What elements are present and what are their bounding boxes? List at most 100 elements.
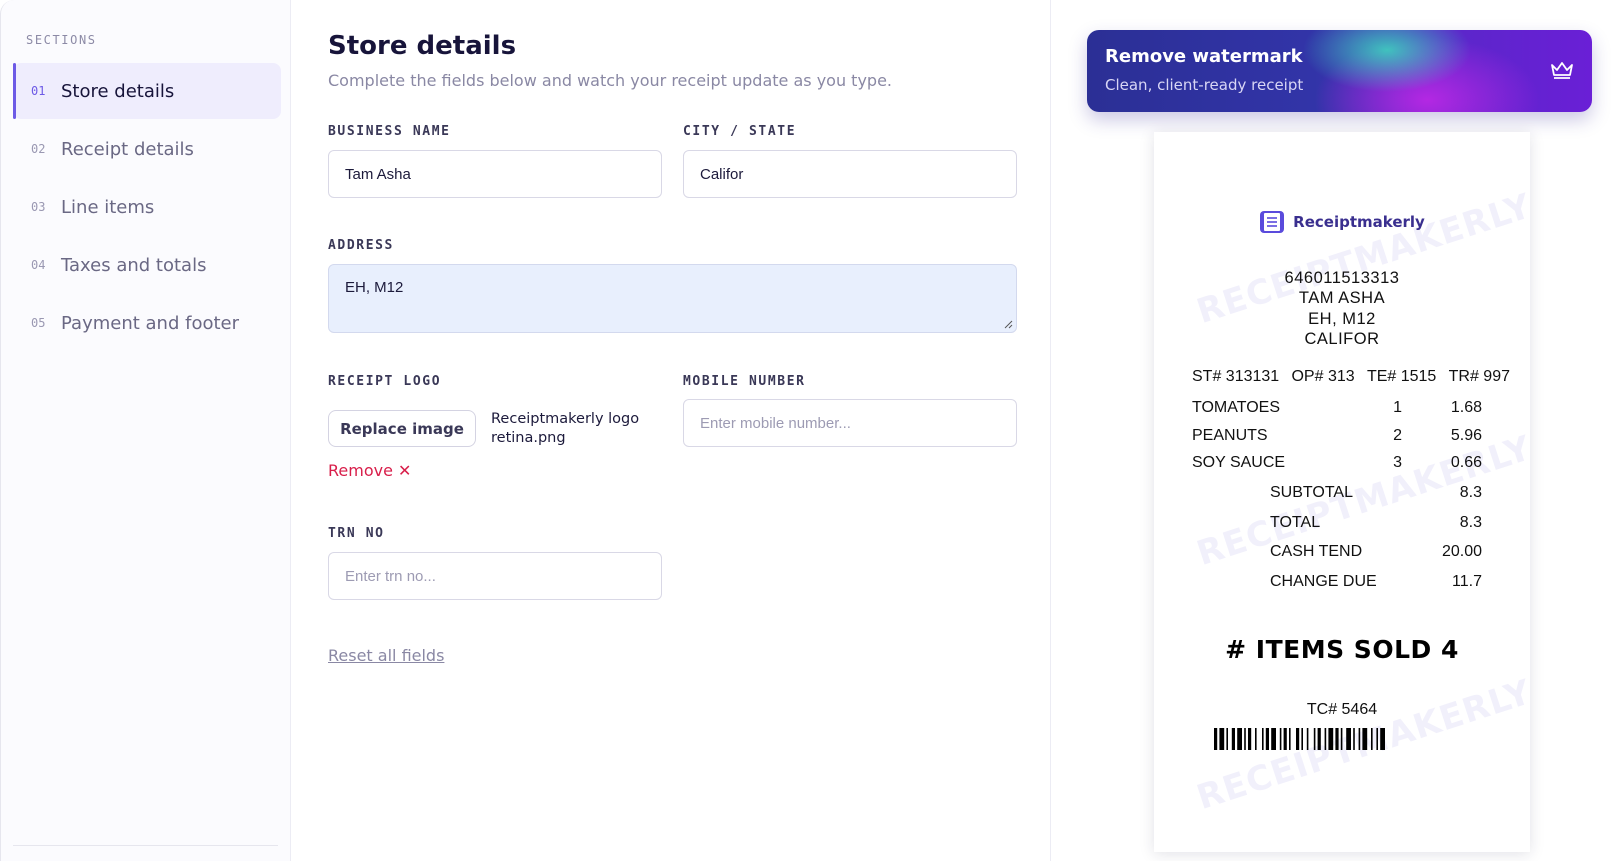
item-name: SOY SAUCE — [1192, 454, 1286, 471]
replace-image-button[interactable]: Replace image — [328, 410, 476, 447]
sidebar: SECTIONS 01 Store details 02 Receipt det… — [0, 0, 291, 861]
barcode-bar — [1335, 728, 1339, 750]
receipt-store-id: ST# 313131 — [1192, 368, 1280, 385]
item-qty: 1 — [1393, 399, 1402, 416]
sidebar-item-number: 04 — [31, 258, 46, 272]
business-name-label: BUSINESS NAME — [328, 124, 451, 139]
barcode-bar — [1306, 728, 1309, 750]
item-price: 5.96 — [1450, 427, 1482, 444]
city-state-input[interactable]: Califor — [683, 150, 1017, 198]
receipt-ids: ST# 313131 OP# 313 TE# 1515 TR# 997 — [1192, 368, 1510, 386]
page-subtitle: Complete the fields below and watch your… — [328, 71, 892, 90]
address-value: EH, M12 — [345, 279, 404, 296]
barcode-bar — [1317, 728, 1321, 750]
receipt-store-name: TAM ASHA — [1298, 289, 1386, 307]
total-label: CASH TEND — [1270, 543, 1363, 560]
banner-subtitle: Clean, client-ready receipt — [1105, 76, 1304, 94]
sidebar-item-store-details[interactable]: 01 Store details — [13, 63, 281, 119]
barcode-bar — [1376, 728, 1378, 750]
crown-icon — [1551, 62, 1573, 79]
sidebar-item-label: Receipt details — [61, 138, 194, 160]
sidebar-item-number: 02 — [31, 142, 46, 156]
barcode-bar — [1283, 728, 1287, 750]
barcode-bar — [1353, 728, 1355, 750]
total-label: SUBTOTAL — [1270, 484, 1353, 501]
mobile-number-label: MOBILE NUMBER — [683, 374, 806, 389]
logo-file-name-line1: Receiptmakerly logo — [491, 411, 640, 427]
address-textarea[interactable]: EH, M12 — [328, 264, 1017, 333]
sidebar-heading: SECTIONS — [26, 33, 97, 47]
sidebar-item-taxes-totals[interactable]: 04 Taxes and totals — [13, 237, 281, 293]
barcode-bar — [1313, 728, 1316, 750]
receipt-preview-panel: Remove watermark Clean, client-ready rec… — [1052, 0, 1611, 861]
barcode-bar — [1289, 728, 1291, 750]
resize-handle-icon[interactable] — [1003, 319, 1013, 329]
receipt-line-item: SOY SAUCE 3 0.66 — [1192, 454, 1482, 476]
receipt-preview: RECEIPTMAKERLY RECEIPTMAKERLY RECEIPTMAK… — [1154, 132, 1530, 852]
sidebar-divider — [13, 845, 278, 846]
item-qty: 2 — [1393, 427, 1402, 444]
receipt-terminal-id: TE# 1515 — [1366, 368, 1437, 385]
mobile-number-input[interactable]: Enter mobile number... — [683, 399, 1017, 447]
barcode-bar — [1328, 728, 1334, 750]
store-details-form: Store details Complete the fields below … — [292, 0, 1051, 861]
receipt-cash-tend: CASH TEND 20.00 — [1270, 543, 1482, 565]
remove-watermark-banner[interactable]: Remove watermark Clean, client-ready rec… — [1087, 30, 1592, 112]
total-value: 11.7 — [1452, 573, 1482, 590]
receipt-address: EH, M12 — [1308, 310, 1376, 328]
sidebar-item-number: 01 — [31, 84, 46, 98]
barcode-bar — [1346, 728, 1351, 750]
receipt-tc-number: TC# 5464 — [1306, 701, 1378, 718]
barcode-bar — [1226, 728, 1228, 750]
receipt-total: TOTAL 8.3 — [1270, 514, 1482, 536]
reset-all-fields-link[interactable]: Reset all fields — [328, 646, 444, 665]
total-value: 20.00 — [1441, 543, 1482, 560]
sidebar-item-label: Taxes and totals — [61, 254, 207, 276]
receipt-logo: Receiptmakerly — [1154, 210, 1530, 234]
receipt-subtotal: SUBTOTAL 8.3 — [1270, 484, 1482, 506]
sidebar-item-payment-footer[interactable]: 05 Payment and footer — [13, 295, 281, 351]
receipt-logo-icon — [1260, 211, 1285, 233]
barcode-bar — [1244, 728, 1246, 750]
business-name-input[interactable]: Tam Asha — [328, 150, 662, 198]
barcode-bar — [1340, 728, 1343, 750]
item-price: 0.66 — [1450, 454, 1482, 471]
banner-title: Remove watermark — [1105, 46, 1303, 67]
trn-input[interactable]: Enter trn no... — [328, 552, 662, 600]
receipt-city: CALIFOR — [1304, 330, 1380, 348]
sidebar-item-label: Store details — [61, 80, 175, 102]
section-nav: 01 Store details 02 Receipt details 03 L… — [13, 63, 281, 353]
sidebar-item-label: Payment and footer — [61, 312, 240, 334]
receipt-phone: 646011513313 — [1284, 269, 1400, 287]
receipt-items-sold: # ITEMS SOLD 4 — [1225, 635, 1459, 664]
item-qty: 3 — [1393, 454, 1402, 471]
total-label: TOTAL — [1270, 514, 1321, 531]
barcode-bar — [1237, 728, 1242, 750]
sidebar-item-number: 03 — [31, 200, 46, 214]
barcode-bar — [1324, 728, 1327, 750]
barcode-bar — [1262, 728, 1264, 750]
sidebar-item-label: Line items — [61, 196, 155, 218]
address-label: ADDRESS — [328, 238, 394, 253]
receipt-transaction-id: TR# 997 — [1448, 368, 1510, 385]
sidebar-item-line-items[interactable]: 03 Line items — [13, 179, 281, 235]
barcode-bar — [1371, 728, 1373, 750]
barcode-bar — [1248, 728, 1252, 750]
receipt-operator-id: OP# 313 — [1291, 368, 1355, 385]
receipt-logo-label: RECEIPT LOGO — [328, 374, 442, 389]
remove-logo-link[interactable]: Remove ✕ — [328, 461, 411, 480]
item-name: PEANUTS — [1192, 427, 1268, 444]
barcode-bar — [1214, 728, 1218, 750]
barcode-icon — [1214, 728, 1385, 750]
receipt-line-item: TOMATOES 1 1.68 — [1192, 399, 1482, 421]
barcode-bar — [1362, 728, 1368, 750]
page-title: Store details — [328, 31, 517, 61]
barcode-bar — [1380, 728, 1385, 750]
item-name: TOMATOES — [1192, 399, 1281, 416]
barcode-bar — [1358, 728, 1361, 750]
total-value: 8.3 — [1459, 484, 1482, 501]
sidebar-item-number: 05 — [31, 316, 46, 330]
receipt-line-item: PEANUTS 2 5.96 — [1192, 427, 1482, 449]
sidebar-item-receipt-details[interactable]: 02 Receipt details — [13, 121, 281, 177]
item-price: 1.68 — [1450, 399, 1482, 416]
